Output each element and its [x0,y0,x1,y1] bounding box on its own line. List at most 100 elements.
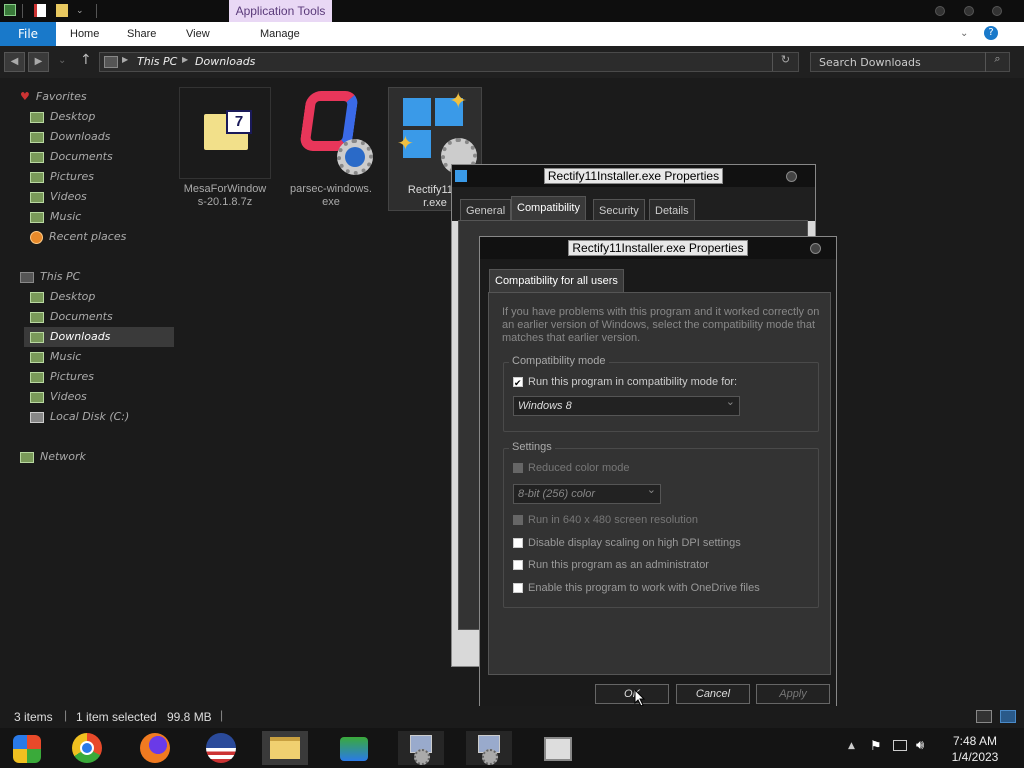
network-people-icon[interactable] [330,731,376,765]
dialog-close-button[interactable] [786,171,797,182]
sidebar-item-pictures[interactable]: Pictures [30,167,94,187]
show-hidden-icons-icon[interactable]: ▲ [848,741,855,751]
folder-icon [270,737,300,759]
item-count: 3 items [14,710,53,724]
flag-icon[interactable]: ⚑ [870,739,882,754]
file-explorer-icon[interactable] [262,731,308,765]
properties-dialog-front: Rectify11Installer.exe Properties Compat… [479,236,837,712]
sidebar-item-documents[interactable]: Documents [30,147,113,167]
documents-icon [30,151,44,163]
firefox-logo [140,733,170,763]
start-icon[interactable] [5,731,51,765]
sparkle-icon: ✦ [397,133,414,155]
help-icon[interactable]: ? [984,26,998,40]
cancel-button[interactable]: Cancel [676,684,750,704]
search-icon[interactable]: ⌕ [985,52,1009,72]
tab-view[interactable]: View [186,22,210,46]
this-pc-icon [104,56,118,68]
sidebar-network[interactable]: Network [20,447,86,467]
compatibility-mode-checkbox-row[interactable]: Run this program in compatibility mode f… [513,374,737,391]
large-icons-view-icon[interactable] [1000,710,1016,723]
properties-icon[interactable] [34,4,46,17]
onedrive-checkbox[interactable] [513,583,523,594]
dialog-title: Rectify11Installer.exe Properties [543,168,724,184]
color-depth-select: 8-bit (256) color [513,483,661,504]
compatibility-os-select[interactable]: Windows 8 [513,395,740,416]
divider [22,4,23,18]
maximize-button[interactable] [964,6,974,16]
disable-dpi-scaling-checkbox[interactable] [513,538,523,549]
firefox-icon[interactable] [132,731,178,765]
tab-home[interactable]: Home [70,22,99,46]
tab-share[interactable]: Share [127,22,156,46]
tab-compatibility-all-users[interactable]: Compatibility for all users [489,269,624,293]
back-button[interactable]: ◀ [4,52,25,72]
sidebar-item-pc-videos[interactable]: Videos [30,387,87,407]
disable-dpi-scaling-row[interactable]: Disable display scaling on high DPI sett… [513,535,741,551]
tab-details[interactable]: Details [649,199,695,221]
tab-general[interactable]: General [460,199,512,221]
status-bar: 3 items | 1 item selected 99.8 MB | [0,706,1024,728]
quick-access-dropdown-icon[interactable]: ⌄ [76,6,84,16]
sidebar-item-pc-desktop[interactable]: Desktop [30,287,95,307]
sidebar-item-downloads[interactable]: Downloads [30,127,110,147]
title-bar [0,0,1024,22]
sidebar-item-videos[interactable]: Videos [30,187,87,207]
refresh-icon[interactable]: ↻ [772,53,798,71]
forward-button[interactable]: ▶ [28,52,49,72]
onedrive-row[interactable]: Enable this program to work with OneDriv… [513,580,760,596]
sidebar-item-desktop[interactable]: Desktop [30,107,95,127]
installer-icon-2[interactable] [466,731,512,765]
tab-file[interactable]: File [0,22,56,46]
sidebar-item-pc-downloads[interactable]: Downloads [24,327,174,347]
windows-logo-icon [403,98,431,126]
file-item-parsec[interactable]: parsec-windows. exe [284,87,378,211]
network-tray-icon[interactable] [893,740,907,751]
dialog-close-button[interactable] [810,243,821,254]
chrome-icon[interactable] [64,731,110,765]
divider [96,4,97,18]
sidebar-favorites-header[interactable]: ♥ Favorites [20,87,87,107]
archive-icon[interactable] [534,731,580,765]
resolution-640-checkbox [513,515,523,526]
recent-locations-icon[interactable]: ⌄ [58,55,66,66]
file-thumbnail [285,87,377,179]
pictures-icon [30,371,44,383]
sidebar-item-music[interactable]: Music [30,207,81,227]
run-as-admin-row[interactable]: Run this program as an administrator [513,557,709,573]
file-item-mesa[interactable]: 7 MesaForWindow s-20.1.8.7z [178,87,272,211]
sidebar-item-local-disk[interactable]: Local Disk (C:) [30,407,129,427]
sidebar-item-pc-documents[interactable]: Documents [30,307,113,327]
expand-ribbon-icon[interactable]: ⌄ [960,28,968,39]
sidebar-item-pc-pictures[interactable]: Pictures [30,367,94,387]
intro-text: If you have problems with this program a… [502,306,820,344]
up-arrow-icon[interactable]: ↑ [80,52,92,68]
search-input[interactable]: Search Downloads ⌕ [810,52,1010,72]
tab-security[interactable]: Security [593,199,645,221]
breadcrumb-downloads[interactable]: Downloads [195,55,255,68]
file-label-line1: parsec-windows. [290,183,372,195]
breadcrumb-separator-icon: ▶ [182,55,189,64]
ok-button[interactable]: OK [595,684,669,704]
clock[interactable]: 7:48 AM 1/4/2023 [940,733,1010,765]
minimize-button[interactable] [935,6,945,16]
selection-count: 1 item selected [76,710,157,724]
sidebar-item-pc-music[interactable]: Music [30,347,81,367]
tab-compatibility[interactable]: Compatibility [511,196,586,221]
new-folder-icon[interactable] [56,4,68,17]
tab-manage[interactable]: Manage [260,22,300,46]
compatibility-mode-label: Compatibility mode [509,355,609,367]
close-button[interactable] [992,6,1002,16]
obama-logo-icon[interactable] [198,731,244,765]
installer-icon-1[interactable] [398,731,444,765]
details-view-icon[interactable] [976,710,992,723]
breadcrumb-this-pc[interactable]: This PC [137,55,177,68]
gear-icon [482,749,498,765]
sidebar-item-recent-places[interactable]: Recent places [30,227,126,247]
apply-button[interactable]: Apply [756,684,830,704]
run-as-admin-checkbox[interactable] [513,560,523,571]
address-bar[interactable]: ▶ This PC ▶ Downloads ↻ [99,52,799,72]
volume-icon[interactable]: 🔊︎ [916,738,924,753]
compatibility-mode-checkbox[interactable] [513,375,523,391]
sidebar-this-pc-header[interactable]: This PC [20,267,80,287]
